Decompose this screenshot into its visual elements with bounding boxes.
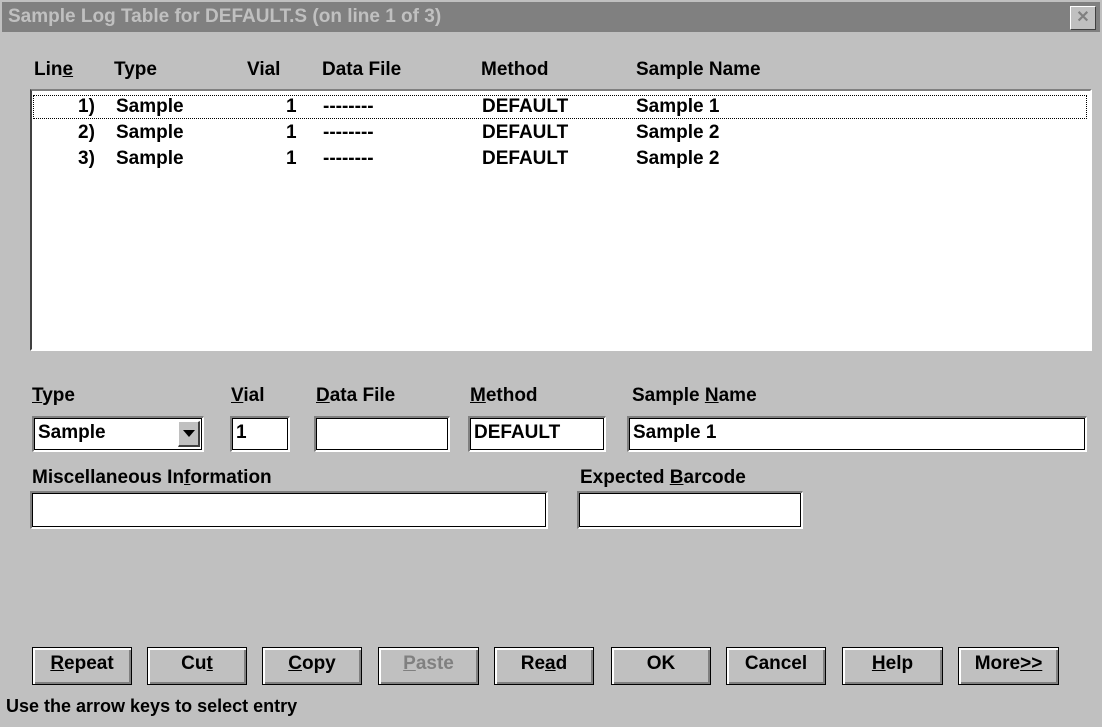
copy-button-accel: C bbox=[288, 653, 302, 674]
vial-label-text: ial bbox=[243, 385, 265, 406]
misc-info-label: Miscellaneous Information bbox=[32, 467, 272, 489]
cut-button-label: Cu bbox=[181, 653, 207, 674]
more-button-label: More bbox=[974, 653, 1021, 674]
repeat-button-accel: R bbox=[50, 653, 65, 674]
read-button-label: Re bbox=[520, 653, 546, 674]
barcode-label-pre: Expected bbox=[580, 467, 670, 488]
cancel-button-label: Cancel bbox=[744, 653, 808, 674]
column-header-line-accel: e bbox=[62, 59, 74, 80]
row-type: Sample bbox=[116, 122, 184, 143]
expected-barcode-input[interactable] bbox=[577, 491, 803, 529]
column-header-method: Method bbox=[481, 59, 549, 80]
data-file-input[interactable] bbox=[314, 416, 450, 452]
row-line: 1) bbox=[78, 96, 95, 117]
close-icon[interactable]: ✕ bbox=[1070, 6, 1096, 30]
method-input[interactable]: DEFAULT bbox=[468, 416, 606, 452]
row-vial: 1 bbox=[286, 122, 297, 143]
ok-button[interactable]: OK bbox=[611, 647, 711, 685]
misc-info-label-text: ormation bbox=[190, 467, 272, 488]
repeat-button[interactable]: Repeat bbox=[32, 647, 132, 685]
vial-label-accel: V bbox=[231, 385, 244, 406]
sample-name-input[interactable]: Sample 1 bbox=[627, 416, 1087, 452]
column-header-type: Type bbox=[114, 59, 157, 80]
row-method: DEFAULT bbox=[482, 96, 569, 117]
vial-input[interactable]: 1 bbox=[230, 416, 290, 452]
method-label: Method bbox=[470, 385, 538, 407]
column-header-vial: Vial bbox=[247, 59, 281, 80]
column-header-data-file: Data File bbox=[322, 59, 402, 80]
sample-log-dialog: Sample Log Table for DEFAULT.S (on line … bbox=[0, 0, 1102, 727]
row-data-file: -------- bbox=[323, 122, 374, 143]
type-label: Type bbox=[32, 385, 75, 407]
help-button[interactable]: Help bbox=[842, 647, 943, 685]
window-title: Sample Log Table for DEFAULT.S (on line … bbox=[8, 6, 442, 27]
paste-button-accel: P bbox=[403, 653, 416, 674]
cut-button-accel: t bbox=[206, 653, 213, 674]
method-label-accel: M bbox=[470, 385, 486, 406]
row-data-file: -------- bbox=[323, 96, 374, 117]
row-type: Sample bbox=[116, 96, 184, 117]
paste-button[interactable]: Paste bbox=[378, 647, 479, 685]
sample-name-label-accel: N bbox=[704, 385, 719, 406]
repeat-button-label: epeat bbox=[64, 653, 114, 674]
row-vial: 1 bbox=[286, 96, 297, 117]
type-label-text: ype bbox=[42, 385, 75, 406]
data-file-label: Data File bbox=[316, 385, 395, 407]
sample-name-label-pre: Sample bbox=[632, 385, 705, 406]
cut-button[interactable]: Cut bbox=[147, 647, 247, 685]
help-button-accel: H bbox=[871, 653, 886, 674]
copy-button-label: opy bbox=[301, 653, 336, 674]
type-label-accel: T bbox=[32, 385, 43, 406]
sample-name-label: Sample Name bbox=[632, 385, 757, 407]
table-row[interactable]: 2) Sample 1 -------- DEFAULT Sample 2 bbox=[32, 120, 1088, 146]
row-type: Sample bbox=[116, 148, 184, 169]
column-header-line-text: Lin bbox=[34, 59, 63, 80]
barcode-label: Expected Barcode bbox=[580, 467, 746, 489]
table-row[interactable]: 3) Sample 1 -------- DEFAULT Sample 2 bbox=[32, 146, 1088, 172]
table-row[interactable]: 1) Sample 1 -------- DEFAULT Sample 1 bbox=[32, 94, 1088, 120]
row-line: 2) bbox=[78, 122, 95, 143]
column-header-line: Line bbox=[34, 59, 73, 81]
column-header-sample-name: Sample Name bbox=[636, 59, 761, 80]
misc-info-label-pre: Miscellaneous In bbox=[32, 467, 185, 488]
row-method: DEFAULT bbox=[482, 148, 569, 169]
read-button[interactable]: Read bbox=[494, 647, 594, 685]
read-button-accel: a bbox=[545, 653, 556, 674]
row-line: 3) bbox=[78, 148, 95, 169]
sample-list[interactable]: 1) Sample 1 -------- DEFAULT Sample 1 2)… bbox=[30, 89, 1092, 351]
method-label-text: ethod bbox=[485, 385, 538, 406]
help-button-label: elp bbox=[885, 653, 914, 674]
sample-name-label-text: ame bbox=[718, 385, 757, 406]
paste-button-label: aste bbox=[415, 653, 454, 674]
type-combobox[interactable]: Sample bbox=[32, 416, 204, 452]
down-arrow-icon[interactable] bbox=[178, 421, 200, 447]
cancel-button[interactable]: Cancel bbox=[726, 647, 826, 685]
vial-label: Vial bbox=[231, 385, 264, 407]
ok-button-label: OK bbox=[646, 653, 676, 674]
row-method: DEFAULT bbox=[482, 122, 569, 143]
data-file-label-text: ata File bbox=[329, 385, 396, 406]
row-data-file: -------- bbox=[323, 148, 374, 169]
type-value: Sample bbox=[38, 422, 106, 443]
data-file-label-accel: D bbox=[316, 385, 330, 406]
misc-info-input[interactable] bbox=[30, 491, 548, 529]
row-vial: 1 bbox=[286, 148, 297, 169]
barcode-label-text: arcode bbox=[683, 467, 746, 488]
more-button-accel: >> bbox=[1020, 653, 1043, 674]
title-bar[interactable]: Sample Log Table for DEFAULT.S (on line … bbox=[2, 2, 1100, 32]
barcode-label-accel: B bbox=[669, 467, 684, 488]
row-sample-name: Sample 2 bbox=[636, 122, 720, 143]
more-button[interactable]: More>> bbox=[958, 647, 1059, 685]
row-sample-name: Sample 2 bbox=[636, 148, 720, 169]
status-bar-text: Use the arrow keys to select entry bbox=[6, 696, 298, 716]
copy-button[interactable]: Copy bbox=[262, 647, 362, 685]
row-sample-name: Sample 1 bbox=[636, 96, 720, 117]
read-button-post: d bbox=[555, 653, 568, 674]
